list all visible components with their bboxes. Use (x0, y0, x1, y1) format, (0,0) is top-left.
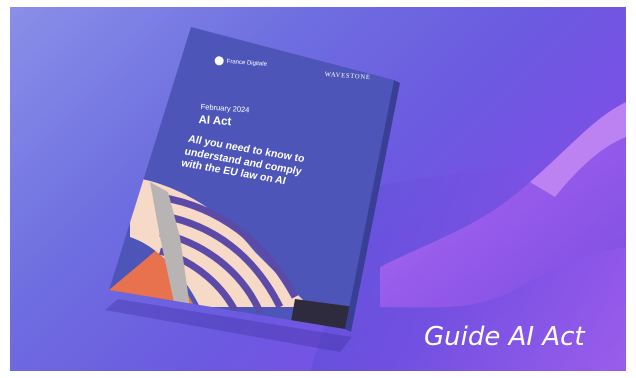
photo-scene: France Digitale WAVESTONE February 2024 … (10, 7, 626, 371)
image-frame: France Digitale WAVESTONE February 2024 … (0, 0, 636, 378)
image-caption: Guide AI Act (424, 322, 585, 352)
scene-artwork (105, 27, 626, 371)
